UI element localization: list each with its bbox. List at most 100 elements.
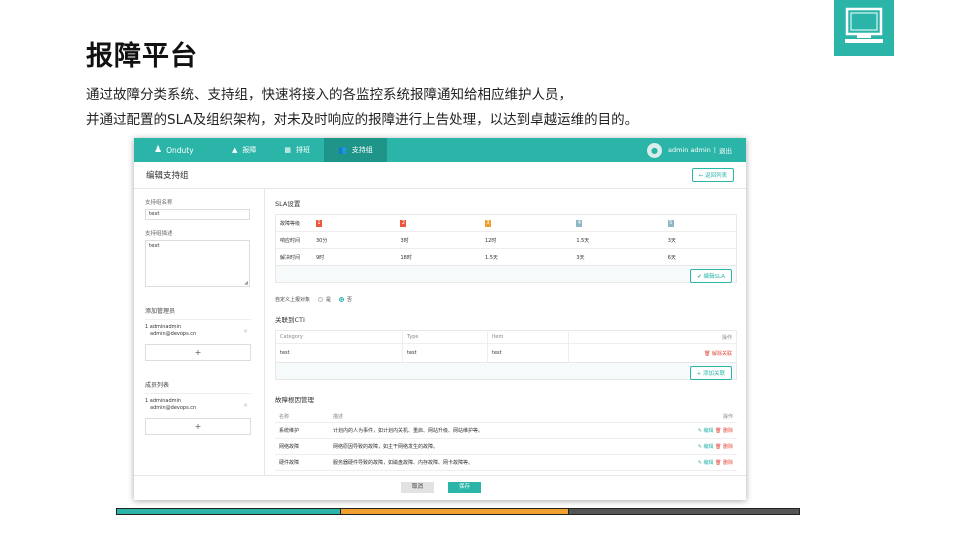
resolve-time: 1.5天 bbox=[480, 248, 573, 266]
fault-header-row: 名称 描述 操作 bbox=[275, 410, 737, 423]
tab-schedule[interactable]: ▦ 排班 bbox=[270, 138, 324, 162]
decor-bar-orange bbox=[340, 508, 572, 515]
remove-member-icon[interactable]: × bbox=[243, 402, 248, 409]
fault-actions: ✎ 编辑 🗑 删除 bbox=[669, 438, 737, 455]
table-row: 系统维护 计划内的人为事件，如计划内关机、重启、网站升级、网站维护等。 ✎ 编辑… bbox=[275, 422, 737, 439]
warning-icon: ▲ bbox=[232, 146, 238, 154]
sla-level-cell: 4 bbox=[572, 215, 663, 232]
radio-yes[interactable] bbox=[318, 297, 324, 302]
level-badge: 2 bbox=[400, 219, 407, 227]
radio-no-label: 否 bbox=[347, 297, 353, 303]
member-name: 1 adminadmin bbox=[145, 398, 182, 404]
resolve-time: 6天 bbox=[663, 248, 737, 266]
admin-name: 1 adminadmin bbox=[145, 324, 182, 330]
logout-link[interactable]: 退出 bbox=[719, 145, 732, 155]
response-time: 1.5天 bbox=[572, 231, 664, 249]
app-screenshot: ♟ Onduty ▲ 报障 ▦ 排班 👥 支持组 ● admin admin |… bbox=[134, 138, 746, 500]
col-category: Category bbox=[275, 330, 403, 344]
col-action: 操作 bbox=[669, 410, 737, 423]
remove-admin-icon[interactable]: × bbox=[243, 328, 248, 335]
group-desc-textarea[interactable]: test ◢ bbox=[145, 240, 250, 287]
page-title: 编辑支持组 bbox=[146, 171, 189, 181]
resolve-time: 9时 bbox=[312, 248, 397, 266]
edit-fault-button[interactable]: ✎ 编辑 bbox=[698, 460, 714, 466]
level-badge: 1 bbox=[316, 219, 322, 227]
back-to-list-button[interactable]: ← 返回列表 bbox=[691, 168, 734, 182]
left-form: 支持组名称 test 支持组描述 test ◢ 添加管理员 1 adminadm… bbox=[134, 189, 265, 477]
fault-desc: 服务器硬件导致的故障，如磁盘故障、内存故障、网卡故障等。 bbox=[329, 454, 669, 471]
tab-support-group[interactable]: 👥 支持组 bbox=[324, 138, 387, 162]
desc-label: 支持组描述 bbox=[145, 231, 173, 237]
radio-no[interactable] bbox=[339, 297, 345, 302]
radio-yes-label: 是 bbox=[326, 297, 332, 303]
slide-description-line-2: 并通过配置的SLA及组织架构，对未及时响应的报障进行上告处理，以达到卓越运维的目… bbox=[86, 112, 639, 128]
col-desc: 描述 bbox=[329, 410, 669, 423]
edit-fault-button[interactable]: ✎ 编辑 bbox=[698, 428, 714, 434]
slide-description-line-1: 通过故障分类系统、支持组，快速将接入的各监控系统报障通知给相应维护人员， bbox=[86, 87, 572, 103]
row-label: 响应时间 bbox=[275, 231, 312, 249]
edit-fault-button[interactable]: ✎ 编辑 bbox=[698, 444, 714, 450]
col-type: Type bbox=[402, 330, 488, 344]
tab-label: 排班 bbox=[296, 146, 311, 154]
cti-type: test bbox=[402, 343, 488, 363]
admins-label: 添加管理员 bbox=[145, 308, 176, 315]
form-footer: 取消 保存 bbox=[134, 475, 746, 500]
level-badge: 4 bbox=[576, 219, 583, 227]
top-nav: ♟ Onduty ▲ 报障 ▦ 排班 👥 支持组 ● admin admin |… bbox=[134, 138, 746, 162]
cti-category: test bbox=[275, 343, 403, 363]
right-panel: SLA设置 故障等级 1 2 3 4 5 响应时间 30分 3时 12时 1.5… bbox=[265, 189, 746, 487]
resize-grip-icon[interactable]: ◢ bbox=[244, 280, 248, 286]
fault-name: 硬件故障 bbox=[275, 454, 329, 471]
user-name[interactable]: admin admin bbox=[668, 146, 711, 154]
fault-desc: 计划内的人为事件，如计划内关机、重启、网站升级、网站维护等。 bbox=[329, 422, 669, 439]
user-sep: | bbox=[713, 146, 716, 154]
save-button[interactable]: 保存 bbox=[448, 482, 481, 493]
table-row: 网络故障 网络原因导致的故障，如主干网络发生的故障。 ✎ 编辑 🗑 删除 bbox=[275, 438, 737, 455]
computer-monitor-icon bbox=[845, 7, 883, 43]
escalation-label: 自定义上报对象 bbox=[275, 297, 311, 303]
response-time: 3时 bbox=[396, 231, 481, 249]
tab-label: 报障 bbox=[242, 146, 257, 154]
delete-fault-button[interactable]: 🗑 删除 bbox=[715, 460, 733, 466]
fault-name: 网络故障 bbox=[275, 438, 329, 455]
unlink-cti-button[interactable]: 🗑 解除关联 bbox=[568, 343, 737, 363]
response-time: 30分 bbox=[312, 231, 397, 249]
team-logo-icon: ♟ bbox=[154, 145, 163, 155]
sla-level-cell: 2 bbox=[396, 215, 480, 232]
cti-item: test bbox=[487, 343, 569, 363]
delete-fault-button[interactable]: 🗑 删除 bbox=[715, 428, 733, 434]
tab-incidents[interactable]: ▲ 报障 bbox=[218, 138, 270, 162]
row-label: 解决时间 bbox=[275, 248, 312, 266]
cti-title: 关联到CTI bbox=[275, 316, 305, 324]
row-label: 故障等级 bbox=[280, 220, 301, 227]
resolve-time: 3天 bbox=[572, 248, 664, 266]
brand[interactable]: ♟ Onduty bbox=[134, 145, 218, 155]
fault-actions: ✎ 编辑 🗑 删除 bbox=[669, 454, 737, 471]
table-row: test test test 🗑 解除关联 bbox=[275, 343, 737, 363]
avatar[interactable]: ● bbox=[646, 142, 662, 158]
level-badge: 3 bbox=[484, 219, 491, 227]
fault-actions: ✎ 编辑 🗑 删除 bbox=[669, 422, 737, 439]
sla-level-cell: 3 bbox=[481, 215, 572, 232]
admin-item: 1 adminadmin admin@devops.cn × bbox=[145, 319, 251, 342]
response-time: 3天 bbox=[663, 231, 737, 249]
group-name-input[interactable]: test bbox=[145, 209, 250, 220]
sla-level-row: 故障等级 1 2 3 4 5 bbox=[276, 215, 737, 232]
user-menu: ● admin admin | 退出 bbox=[646, 138, 732, 162]
add-admin-button[interactable]: + bbox=[145, 344, 251, 361]
add-cti-button[interactable]: + 添加关联 bbox=[689, 366, 732, 380]
corner-badge bbox=[834, 0, 894, 56]
fault-name: 系统维护 bbox=[275, 422, 329, 439]
cancel-button[interactable]: 取消 bbox=[401, 482, 434, 493]
faults-title: 故障根因管理 bbox=[275, 396, 314, 404]
edit-sla-button[interactable]: ✔ 编辑SLA bbox=[690, 269, 732, 283]
response-time: 12时 bbox=[480, 231, 573, 249]
col-name: 名称 bbox=[275, 410, 329, 423]
col-action: 操作 bbox=[568, 330, 737, 344]
table-row: 硬件故障 服务器硬件导致的故障，如磁盘故障、内存故障、网卡故障等。 ✎ 编辑 🗑… bbox=[275, 454, 737, 471]
add-member-button[interactable]: + bbox=[145, 418, 251, 435]
tab-label: 支持组 bbox=[351, 146, 373, 154]
slide-title: 报障平台 bbox=[86, 41, 198, 72]
delete-fault-button[interactable]: 🗑 删除 bbox=[715, 444, 733, 450]
content: 支持组名称 test 支持组描述 test ◢ 添加管理员 1 adminadm… bbox=[134, 189, 746, 487]
